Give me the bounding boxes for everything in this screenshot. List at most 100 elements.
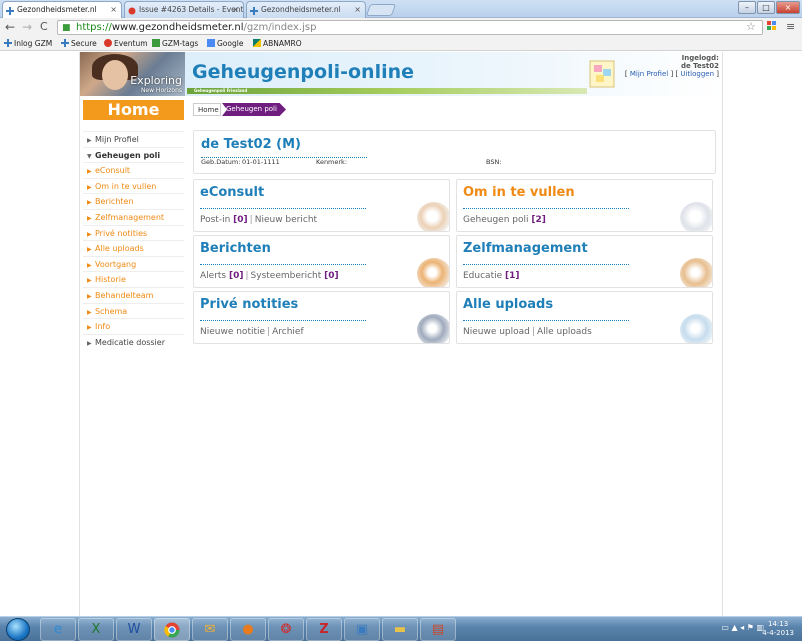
browser-tab-issue[interactable]: Issue #4263 Details - Event × (124, 1, 244, 18)
bookmark-label: Google (217, 39, 244, 48)
url-path: /gzm/index.jsp (243, 22, 317, 33)
notebook-pen-icon (417, 314, 449, 343)
breadcrumb-home[interactable]: Home (193, 103, 221, 116)
systeembericht-link[interactable]: Systeembericht [0] (251, 271, 339, 281)
alerts-count: [0] (229, 271, 244, 281)
card-title[interactable]: Alle uploads (463, 297, 553, 312)
sidebar-item-voortgang[interactable]: ▶ Voortgang (83, 255, 184, 272)
sidebar-item-mijn-profiel[interactable]: ▶ Mijn Profiel (83, 131, 184, 147)
url-input[interactable]: ■ https://www.gezondheidsmeter.nl/gzm/in… (57, 20, 763, 35)
link-label: Post-in (200, 215, 231, 225)
google-icon (207, 39, 215, 47)
breadcrumb-geheugen-poli[interactable]: Geheugen poli (222, 103, 286, 116)
nieuwe-upload-link[interactable]: Nieuwe upload (463, 327, 530, 337)
sidebar-item-berichten[interactable]: ▶ Berichten (83, 193, 184, 209)
new-tab-button[interactable] (365, 4, 397, 16)
post-in-link[interactable]: Post-in [0] (200, 215, 248, 225)
book-icon (680, 258, 712, 287)
link-label: Educatie (463, 271, 503, 281)
sidebar-item-label: Berichten (95, 197, 134, 207)
close-window-button[interactable]: × (776, 1, 800, 14)
sidebar-item-medicatie-dossier[interactable]: ▶ Medicatie dossier (83, 333, 184, 350)
reload-icon[interactable]: C (40, 20, 48, 33)
nieuw-bericht-link[interactable]: Nieuw bericht (255, 215, 317, 225)
card-links: Educatie [1] (463, 271, 520, 281)
sidebar-item-prive-notities[interactable]: ▶ Privé notities (83, 224, 184, 241)
sidebar-item-econsult[interactable]: ▶ eConsult (83, 162, 184, 178)
bookmark-gzm-tags[interactable]: GZM-tags (152, 39, 198, 48)
my-profile-link[interactable]: Mijn Profiel (630, 70, 668, 78)
browser-tab-gezondheidsmeter-2[interactable]: Gezondheidsmeter.nl × (246, 1, 366, 18)
powerpoint-icon[interactable]: ▤ (420, 618, 456, 641)
clock[interactable]: 14:13 4-4-2013 (762, 620, 794, 638)
bookmark-inlog-gzm[interactable]: Inlog GZM (4, 39, 52, 48)
divider (200, 320, 366, 321)
star-bookmark-icon[interactable]: ☆ (746, 20, 756, 33)
extension-icon[interactable] (767, 20, 776, 33)
maximize-window-button[interactable]: □ (757, 1, 775, 14)
card-title[interactable]: Zelfmanagement (463, 241, 588, 256)
close-tab-icon[interactable]: × (110, 2, 117, 17)
bookmark-eventum[interactable]: Eventum (104, 39, 148, 48)
tray-arrow-icon[interactable]: ▲ (731, 623, 737, 632)
card-title[interactable]: eConsult (200, 185, 264, 200)
tray-volume-icon[interactable]: ◂ (740, 623, 744, 632)
bookmark-label: Eventum (114, 39, 148, 48)
bookmark-secure[interactable]: Secure (61, 39, 97, 48)
tray-keyboard-icon[interactable]: ▭ (721, 623, 729, 632)
separator: | (249, 215, 253, 225)
divider (200, 208, 366, 209)
sidebar-item-schema[interactable]: ▶ Schema (83, 302, 184, 319)
forward-arrow-icon[interactable]: → (22, 20, 32, 34)
close-tab-icon[interactable]: × (232, 2, 239, 17)
alerts-link[interactable]: Alerts [0] (200, 271, 244, 281)
card-berichten: Berichten Alerts [0] | Systeembericht [0] (193, 235, 450, 288)
start-button[interactable] (6, 618, 30, 641)
sidebar-item-zelfmanagement[interactable]: ▶ Zelfmanagement (83, 208, 184, 225)
minimize-window-button[interactable]: – (738, 1, 756, 14)
divider (200, 264, 366, 265)
browser-tab-gezondheidsmeter[interactable]: Gezondheidsmeter.nl × (2, 1, 122, 18)
educatie-link[interactable]: Educatie [1] (463, 271, 520, 281)
close-tab-icon[interactable]: × (354, 2, 361, 17)
cross-icon (4, 39, 12, 47)
sidebar-item-label: Voortgang (95, 259, 137, 269)
patient-name: de Test02 (M) (201, 137, 301, 152)
bookmark-label: GZM-tags (162, 39, 199, 48)
chrome-icon[interactable] (154, 618, 190, 641)
card-title[interactable]: Berichten (200, 241, 271, 256)
sidebar-item-historie[interactable]: ▶ Historie (83, 271, 184, 287)
photo-face (102, 60, 128, 90)
geheugen-poli-link[interactable]: Geheugen poli [2] (463, 215, 546, 225)
sidebar-item-om-in-te-vullen[interactable]: ▶ Om in te vullen (83, 177, 184, 194)
logout-link[interactable]: Uitloggen (680, 70, 714, 78)
filezilla-icon[interactable]: Z (306, 618, 342, 641)
sidebar-item-info[interactable]: ▶ Info (83, 318, 184, 334)
app-red-icon[interactable]: ❂ (268, 618, 304, 641)
sidebar-item-alle-uploads[interactable]: ▶ Alle uploads (83, 240, 184, 256)
explorer-folder-icon[interactable]: ▬ (382, 618, 418, 641)
url-scheme: https:// (76, 22, 112, 33)
word-icon[interactable]: W (116, 618, 152, 641)
nieuwe-notitie-link[interactable]: Nieuwe notitie (200, 327, 265, 337)
link-label: Systeembericht (250, 271, 322, 281)
archief-link[interactable]: Archief (272, 327, 304, 337)
card-links: Geheugen poli [2] (463, 215, 546, 225)
mail-icon[interactable]: ✉ (192, 618, 228, 641)
bookmark-label: Secure (71, 39, 97, 48)
back-arrow-icon[interactable]: ← (5, 20, 15, 34)
image-viewer-icon[interactable]: ▣ (344, 618, 380, 641)
menu-icon[interactable]: ≡ (786, 20, 795, 33)
excel-icon[interactable]: X (78, 618, 114, 641)
bookmark-google[interactable]: Google (207, 39, 243, 48)
sidebar-item-geheugen-poli[interactable]: ▼ Geheugen poli (83, 146, 184, 163)
internet-explorer-icon[interactable]: e (40, 618, 76, 641)
card-title[interactable]: Privé notities (200, 297, 298, 312)
tray-flag-icon[interactable]: ⚑ (747, 623, 754, 632)
card-title[interactable]: Om in te vullen (463, 185, 575, 200)
alle-uploads-link[interactable]: Alle uploads (537, 327, 592, 337)
educatie-count: [1] (505, 271, 520, 281)
sidebar-item-behandelteam[interactable]: ▶ Behandelteam (83, 286, 184, 303)
firefox-icon[interactable]: ● (230, 618, 266, 641)
bookmark-abnamro[interactable]: ABNAMRO (253, 39, 302, 48)
